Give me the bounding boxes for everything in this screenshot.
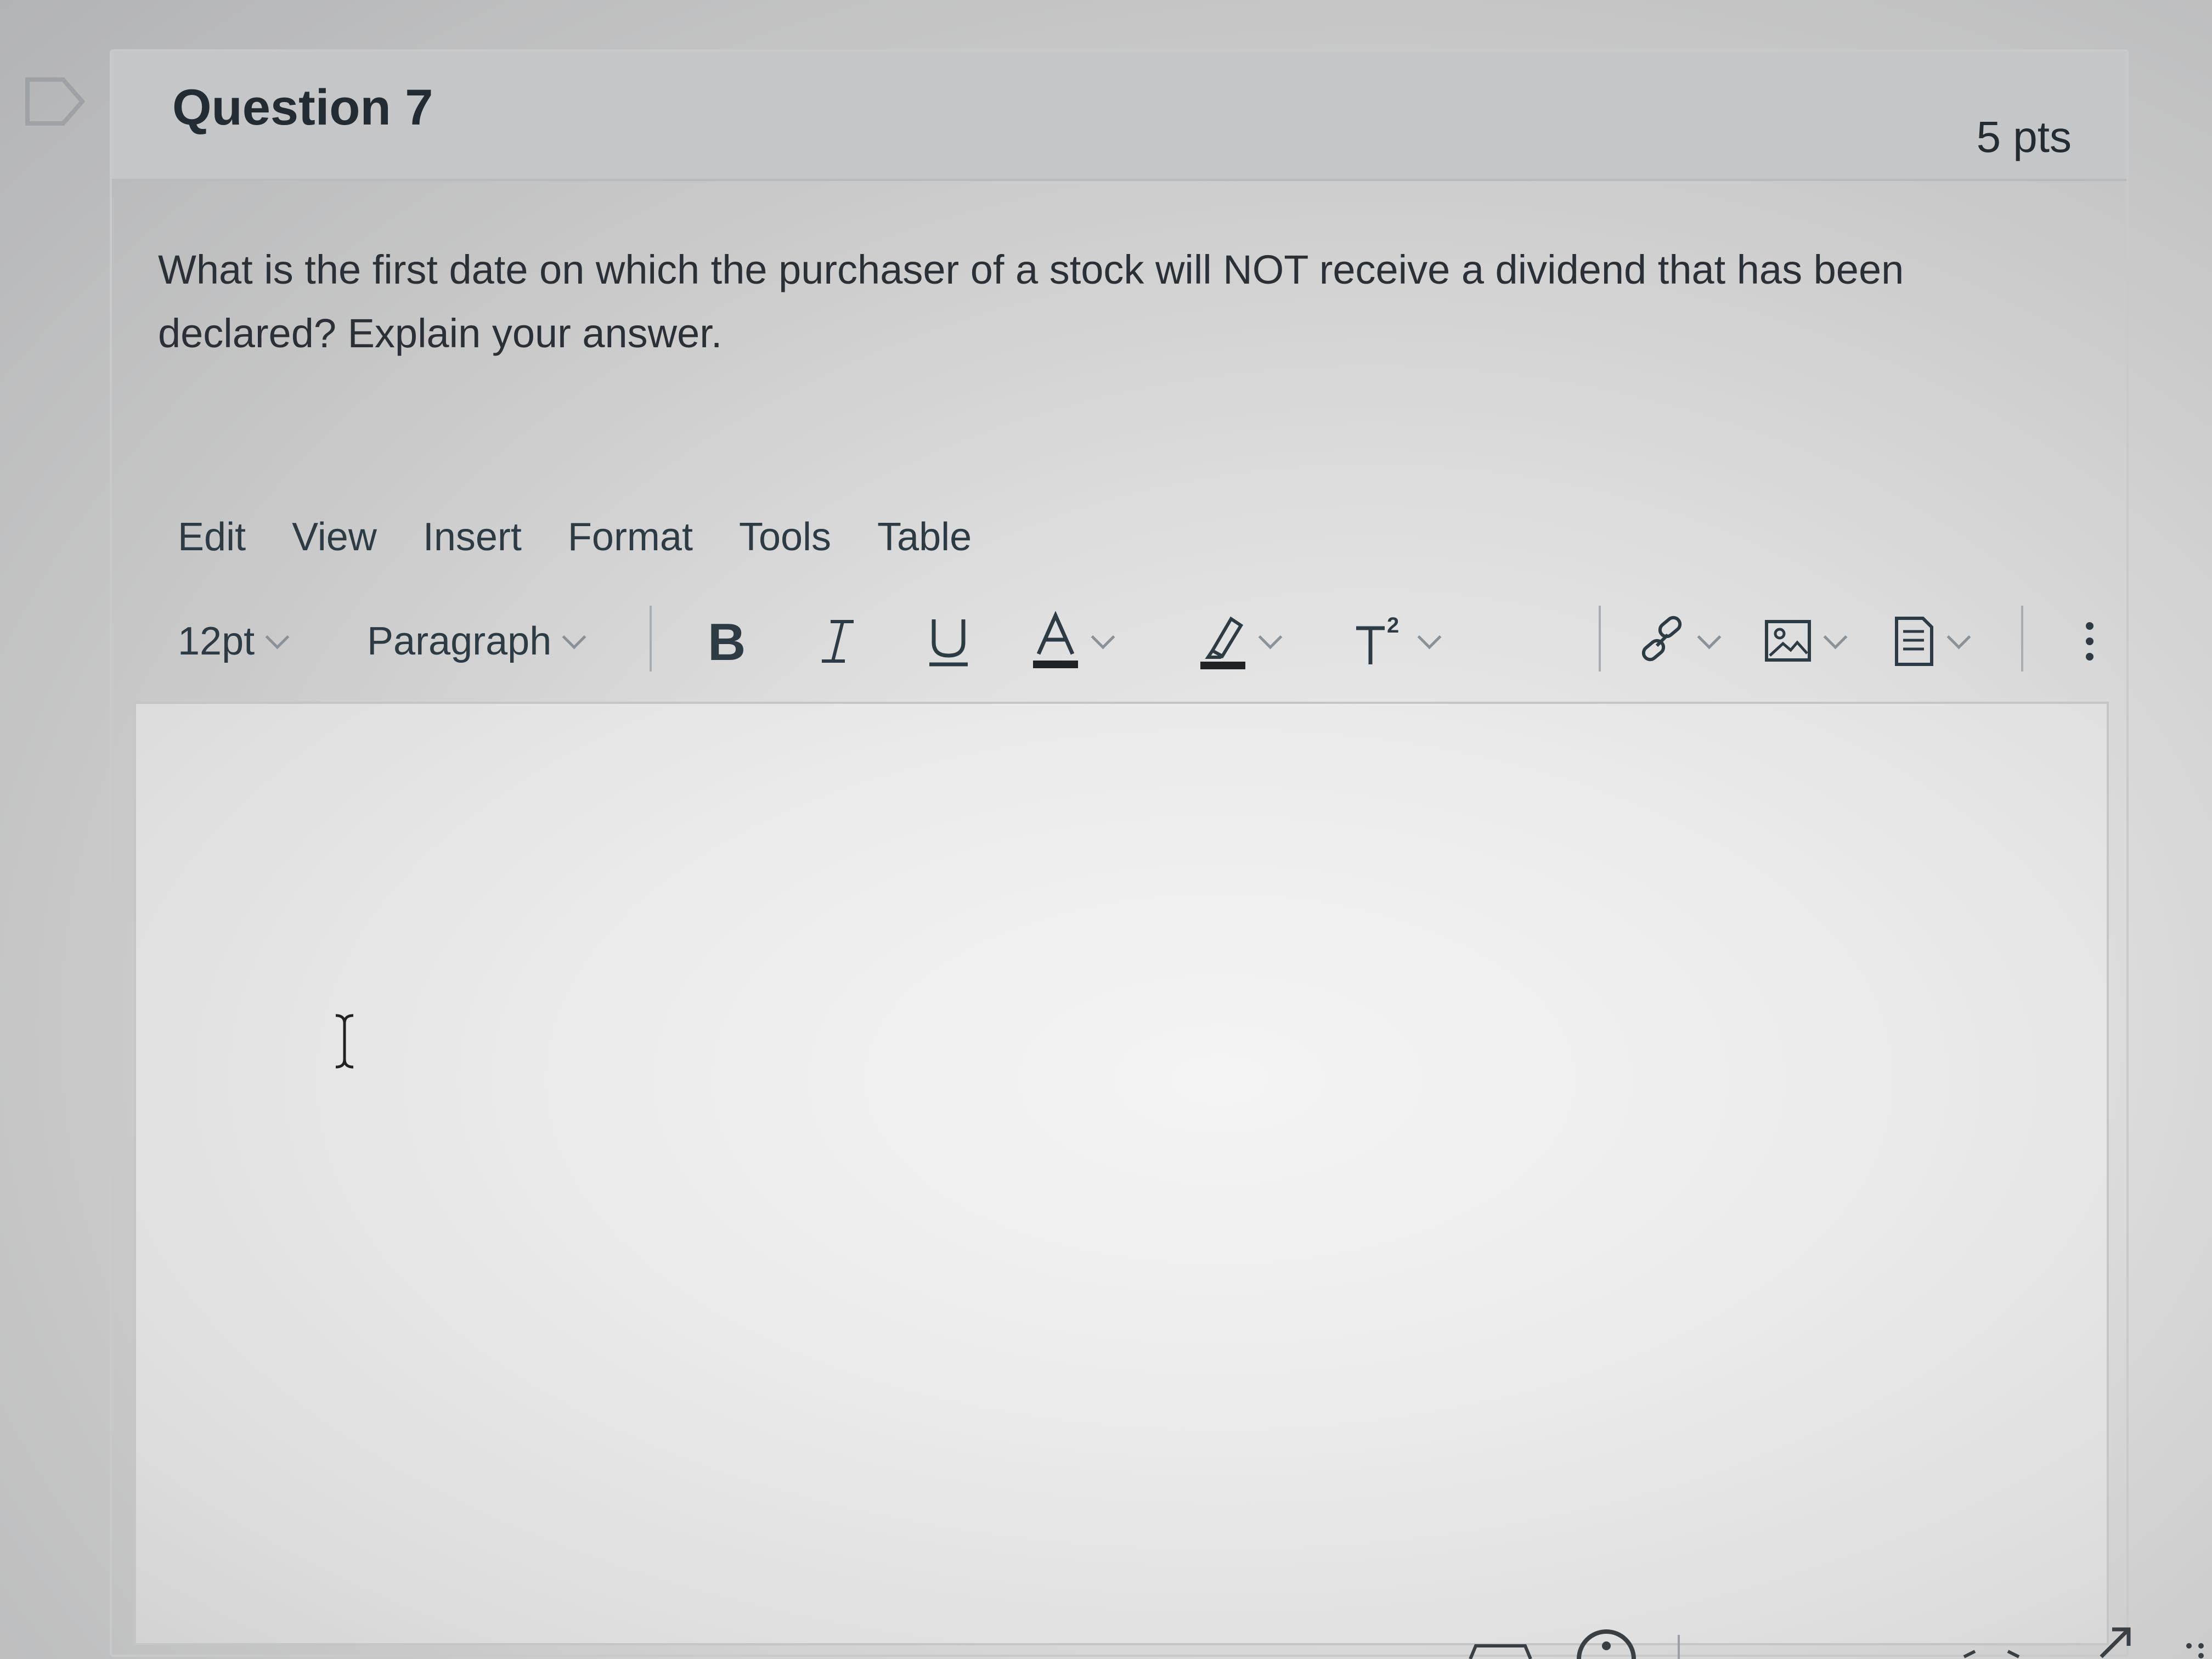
chevron-down-icon (265, 625, 290, 649)
svg-text:B: B (708, 614, 746, 669)
image-button[interactable] (1763, 606, 1848, 677)
superscript-button[interactable]: 2 (1352, 606, 1442, 677)
html-editor-icon[interactable] (1963, 1650, 2020, 1658)
document-button[interactable] (1892, 606, 1971, 677)
question-card: Question 7 5 pts What is the first date … (110, 49, 2129, 1657)
chevron-down-icon (1258, 625, 1283, 649)
chevron-down-icon (1091, 625, 1115, 649)
superscript-icon: 2 (1356, 614, 1399, 664)
chevron-down-icon (1417, 625, 1442, 649)
menu-tools[interactable]: Tools (739, 515, 831, 560)
chevron-down-icon (1823, 625, 1848, 649)
italic-button[interactable] (814, 606, 858, 677)
editor-status-bar (1469, 1627, 2204, 1659)
chevron-down-icon (562, 625, 586, 649)
svg-text:2: 2 (1387, 614, 1399, 637)
question-header: Question 7 5 pts (112, 52, 2126, 181)
rich-text-editor-area[interactable] (134, 702, 2109, 1645)
question-points: 5 pts (1976, 112, 2072, 161)
question-text: What is the first date on which the purc… (158, 247, 1904, 356)
accessibility-icon[interactable] (1577, 1629, 1636, 1659)
toolbar-separator (2021, 606, 2023, 672)
document-icon (1895, 617, 1933, 666)
flag-question-icon[interactable] (22, 74, 88, 129)
highlight-icon (1200, 616, 1245, 669)
font-size-dropdown[interactable]: 12pt (178, 606, 290, 677)
bold-icon: B (708, 614, 746, 669)
bold-button[interactable]: B (704, 606, 748, 677)
fullscreen-icon[interactable] (2100, 1627, 2131, 1658)
text-color-icon (1033, 611, 1078, 668)
underline-button[interactable] (924, 606, 973, 677)
chevron-down-icon (1697, 625, 1722, 649)
more-options-button[interactable] (2081, 606, 2098, 677)
menu-edit[interactable]: Edit (178, 515, 246, 560)
toolbar-separator (650, 606, 652, 672)
editor-toolbar: 12pt Paragraph B 2 (178, 606, 2094, 677)
menu-table[interactable]: Table (877, 515, 972, 560)
font-size-value: 12pt (178, 619, 255, 663)
keyboard-icon[interactable] (1469, 1644, 1532, 1659)
link-icon (1641, 616, 1682, 662)
link-button[interactable] (1637, 606, 1722, 677)
menu-format[interactable]: Format (568, 515, 693, 560)
highlight-button[interactable] (1198, 606, 1283, 677)
question-title: Question 7 (172, 80, 433, 136)
image-icon (1765, 620, 1811, 662)
text-color-button[interactable] (1031, 606, 1115, 677)
menu-view[interactable]: View (292, 515, 377, 560)
menu-insert[interactable]: Insert (423, 515, 522, 560)
chevron-down-icon (1946, 625, 1971, 649)
editor-menubar: Edit View Insert Format Tools Table (178, 507, 1018, 567)
italic-icon (822, 620, 854, 663)
underline-icon (929, 619, 968, 667)
block-format-dropdown[interactable]: Paragraph (367, 606, 586, 677)
block-format-value: Paragraph (367, 619, 552, 663)
resize-handle-icon[interactable] (2186, 1643, 2204, 1658)
toolbar-separator (1599, 606, 1601, 672)
more-options-icon (2086, 622, 2094, 661)
text-cursor-icon (335, 1014, 354, 1069)
